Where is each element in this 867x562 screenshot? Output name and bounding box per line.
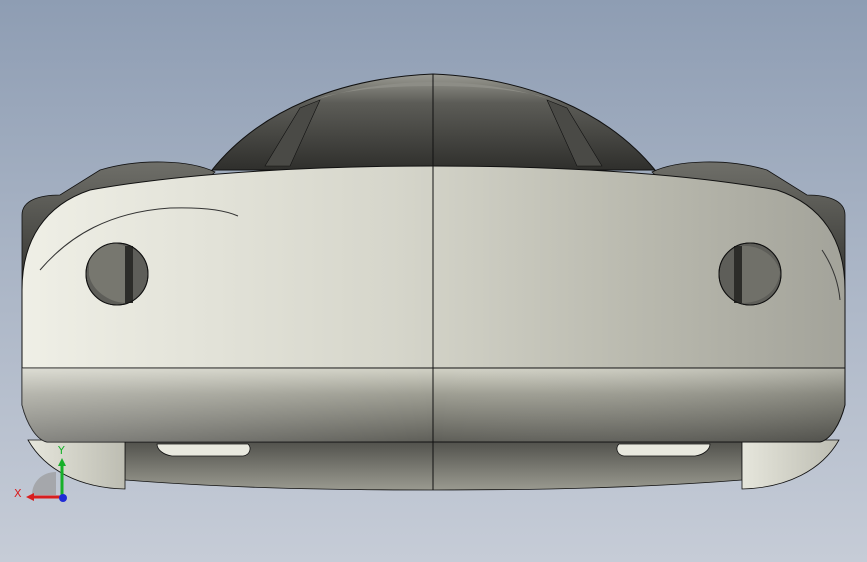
- left-skirt-slot: [156, 443, 251, 457]
- y-axis-label: Y: [57, 444, 65, 457]
- right-wheel-foot: [741, 439, 840, 490]
- right-skirt-slot: [616, 443, 711, 457]
- 3d-viewport[interactable]: X Y: [0, 0, 867, 562]
- y-axis-arrow: [58, 458, 66, 466]
- right-headlight: [718, 242, 782, 306]
- x-axis-arrow: [26, 493, 34, 501]
- car-model[interactable]: [0, 0, 867, 562]
- triad-shadow-arc: [32, 472, 56, 495]
- left-headlight: [85, 242, 149, 306]
- z-axis-dot: [59, 494, 67, 502]
- x-axis-label: X: [14, 487, 22, 500]
- axis-triad: X Y: [14, 444, 67, 502]
